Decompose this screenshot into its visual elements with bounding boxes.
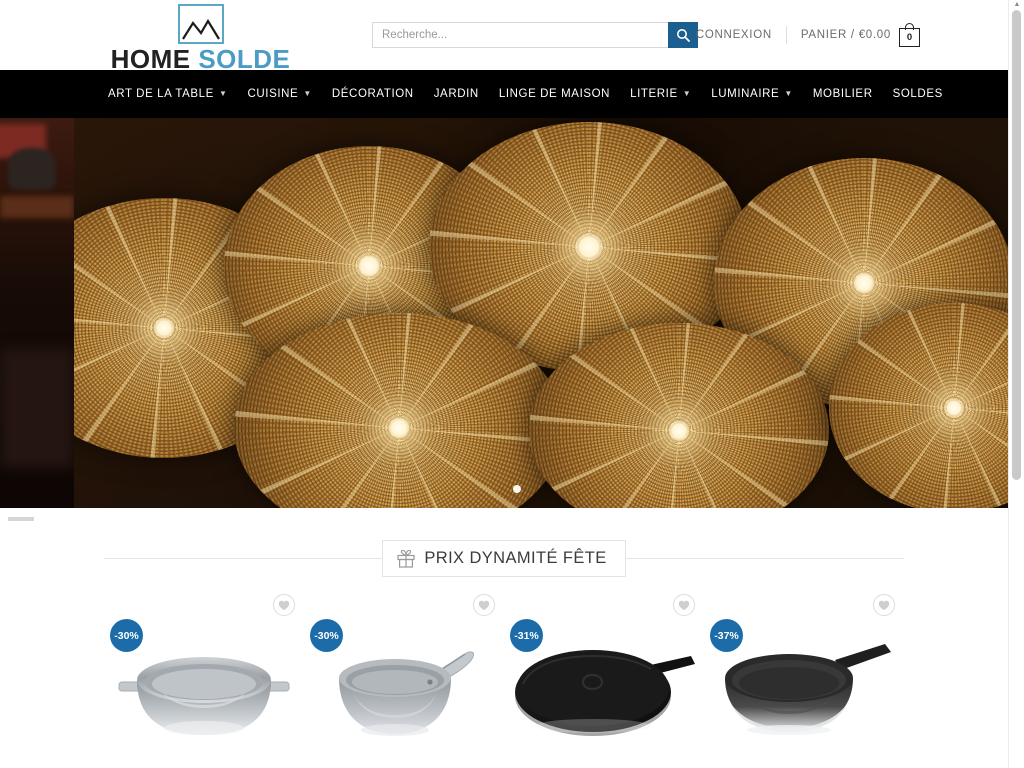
nav-label: LUMINAIRE — [711, 88, 780, 100]
nav-item-jardin[interactable]: JARDIN — [434, 88, 479, 100]
product-card[interactable]: -30% — [104, 594, 304, 768]
lamp-bulb — [667, 418, 691, 443]
product-card[interactable]: -30% — [304, 594, 504, 768]
heart-icon — [478, 600, 490, 611]
product-image-steel-saute-pan — [304, 638, 504, 768]
lamp-bulb — [573, 231, 605, 263]
header-divider — [785, 26, 787, 44]
chevron-down-icon: ▼ — [218, 89, 228, 98]
cart-count: 0 — [899, 28, 920, 47]
search-icon — [676, 28, 690, 42]
hero-bg-shape — [0, 196, 74, 218]
page-root: HOME SOLDE CONNEXION PANIER / €0.00 — [0, 0, 1008, 768]
header-account-area: CONNEXION PANIER / €0.00 0 — [696, 22, 920, 48]
scroll-indicator-bar — [8, 517, 34, 521]
hero-image — [74, 118, 1008, 508]
product-grid: -30% -30% -31% -37% — [104, 594, 904, 768]
shopping-bag-icon: 0 — [899, 23, 920, 47]
scroll-up-arrow-icon[interactable]: ▲ — [1013, 1, 1021, 8]
nav-item-decoration[interactable]: DÉCORATION — [332, 88, 414, 100]
page-scrollbar[interactable]: ▲ — [1008, 0, 1024, 768]
wishlist-button[interactable] — [673, 594, 695, 616]
search-bar — [372, 22, 698, 48]
wishlist-button[interactable] — [873, 594, 895, 616]
gift-icon — [397, 549, 415, 568]
nav-label: LINGE DE MAISON — [498, 88, 611, 100]
lamp-bulb — [943, 397, 965, 419]
product-image-black-crepe-pan — [504, 638, 704, 768]
section-title: PRIX DYNAMITÉ FÊTE — [424, 548, 607, 567]
product-image-stainless-steel-pan — [104, 638, 304, 768]
nav-label: DÉCORATION — [331, 88, 414, 100]
wishlist-button[interactable] — [473, 594, 495, 616]
nav-item-art-de-la-table[interactable]: ART DE LA TABLE ▼ — [108, 88, 227, 100]
login-link[interactable]: CONNEXION — [696, 29, 772, 41]
scrollbar-thumb[interactable] — [1012, 10, 1021, 480]
search-input[interactable] — [372, 22, 668, 48]
nav-item-mobilier[interactable]: MOBILIER — [813, 88, 873, 100]
nav-label: ART DE LA TABLE — [108, 88, 214, 100]
discount-badge: -30% — [110, 619, 143, 652]
nav-label: CUISINE — [247, 88, 299, 100]
product-image-black-frying-pan — [704, 638, 904, 768]
lamp-bulb — [386, 415, 412, 441]
content-section: PRIX DYNAMITÉ FÊTE -30% -30% -31% -37% — [0, 508, 1008, 768]
site-logo[interactable]: HOME SOLDE — [111, 4, 291, 73]
nav-item-soldes[interactable]: SOLDES — [893, 88, 943, 100]
heart-icon — [278, 600, 290, 611]
nav-item-cuisine[interactable]: CUISINE ▼ — [247, 88, 311, 100]
nav-label: SOLDES — [892, 88, 943, 100]
hero-carousel[interactable] — [0, 118, 1008, 508]
chevron-down-icon: ▼ — [303, 89, 312, 98]
discount-badge: -37% — [710, 619, 743, 652]
lamp-bulb — [152, 316, 176, 340]
section-header: PRIX DYNAMITÉ FÊTE — [104, 539, 904, 577]
site-header: HOME SOLDE CONNEXION PANIER / €0.00 — [0, 0, 1008, 73]
hero-bg-shape — [8, 148, 56, 190]
chevron-down-icon: ▼ — [682, 89, 692, 98]
carousel-dot-1[interactable] — [513, 485, 521, 493]
lamp-bulb — [851, 270, 877, 296]
logo-wordmark: HOME SOLDE — [111, 45, 291, 73]
section-rule-right — [625, 557, 904, 559]
chevron-down-icon: ▼ — [784, 89, 793, 98]
mountain-frame-icon — [177, 4, 224, 44]
nav-item-luminaire[interactable]: LUMINAIRE ▼ — [711, 88, 793, 100]
cart-link[interactable]: PANIER / €0.00 0 — [801, 23, 920, 47]
wishlist-button[interactable] — [273, 594, 295, 616]
nav-label: MOBILIER — [812, 88, 873, 100]
heart-icon — [678, 600, 690, 611]
heart-icon — [878, 600, 890, 611]
cart-label: PANIER / €0.00 — [800, 29, 891, 41]
discount-badge: -31% — [510, 619, 543, 652]
hero-left-panel — [0, 118, 74, 508]
lamp-bulb — [355, 252, 383, 280]
hero-bg-shape — [0, 348, 74, 468]
nav-label: LITERIE — [630, 88, 678, 100]
search-button[interactable] — [668, 22, 698, 48]
discount-badge: -30% — [310, 619, 343, 652]
product-card[interactable]: -31% — [504, 594, 704, 768]
nav-label: JARDIN — [433, 88, 479, 100]
nav-item-linge-de-maison[interactable]: LINGE DE MAISON — [499, 88, 610, 100]
section-rule-left — [104, 557, 383, 559]
nav-item-literie[interactable]: LITERIE ▼ — [630, 88, 691, 100]
section-title-box: PRIX DYNAMITÉ FÊTE — [382, 539, 626, 577]
main-navigation: ART DE LA TABLE ▼ CUISINE ▼ DÉCORATION J… — [0, 70, 1008, 118]
product-card[interactable]: -37% — [704, 594, 904, 768]
